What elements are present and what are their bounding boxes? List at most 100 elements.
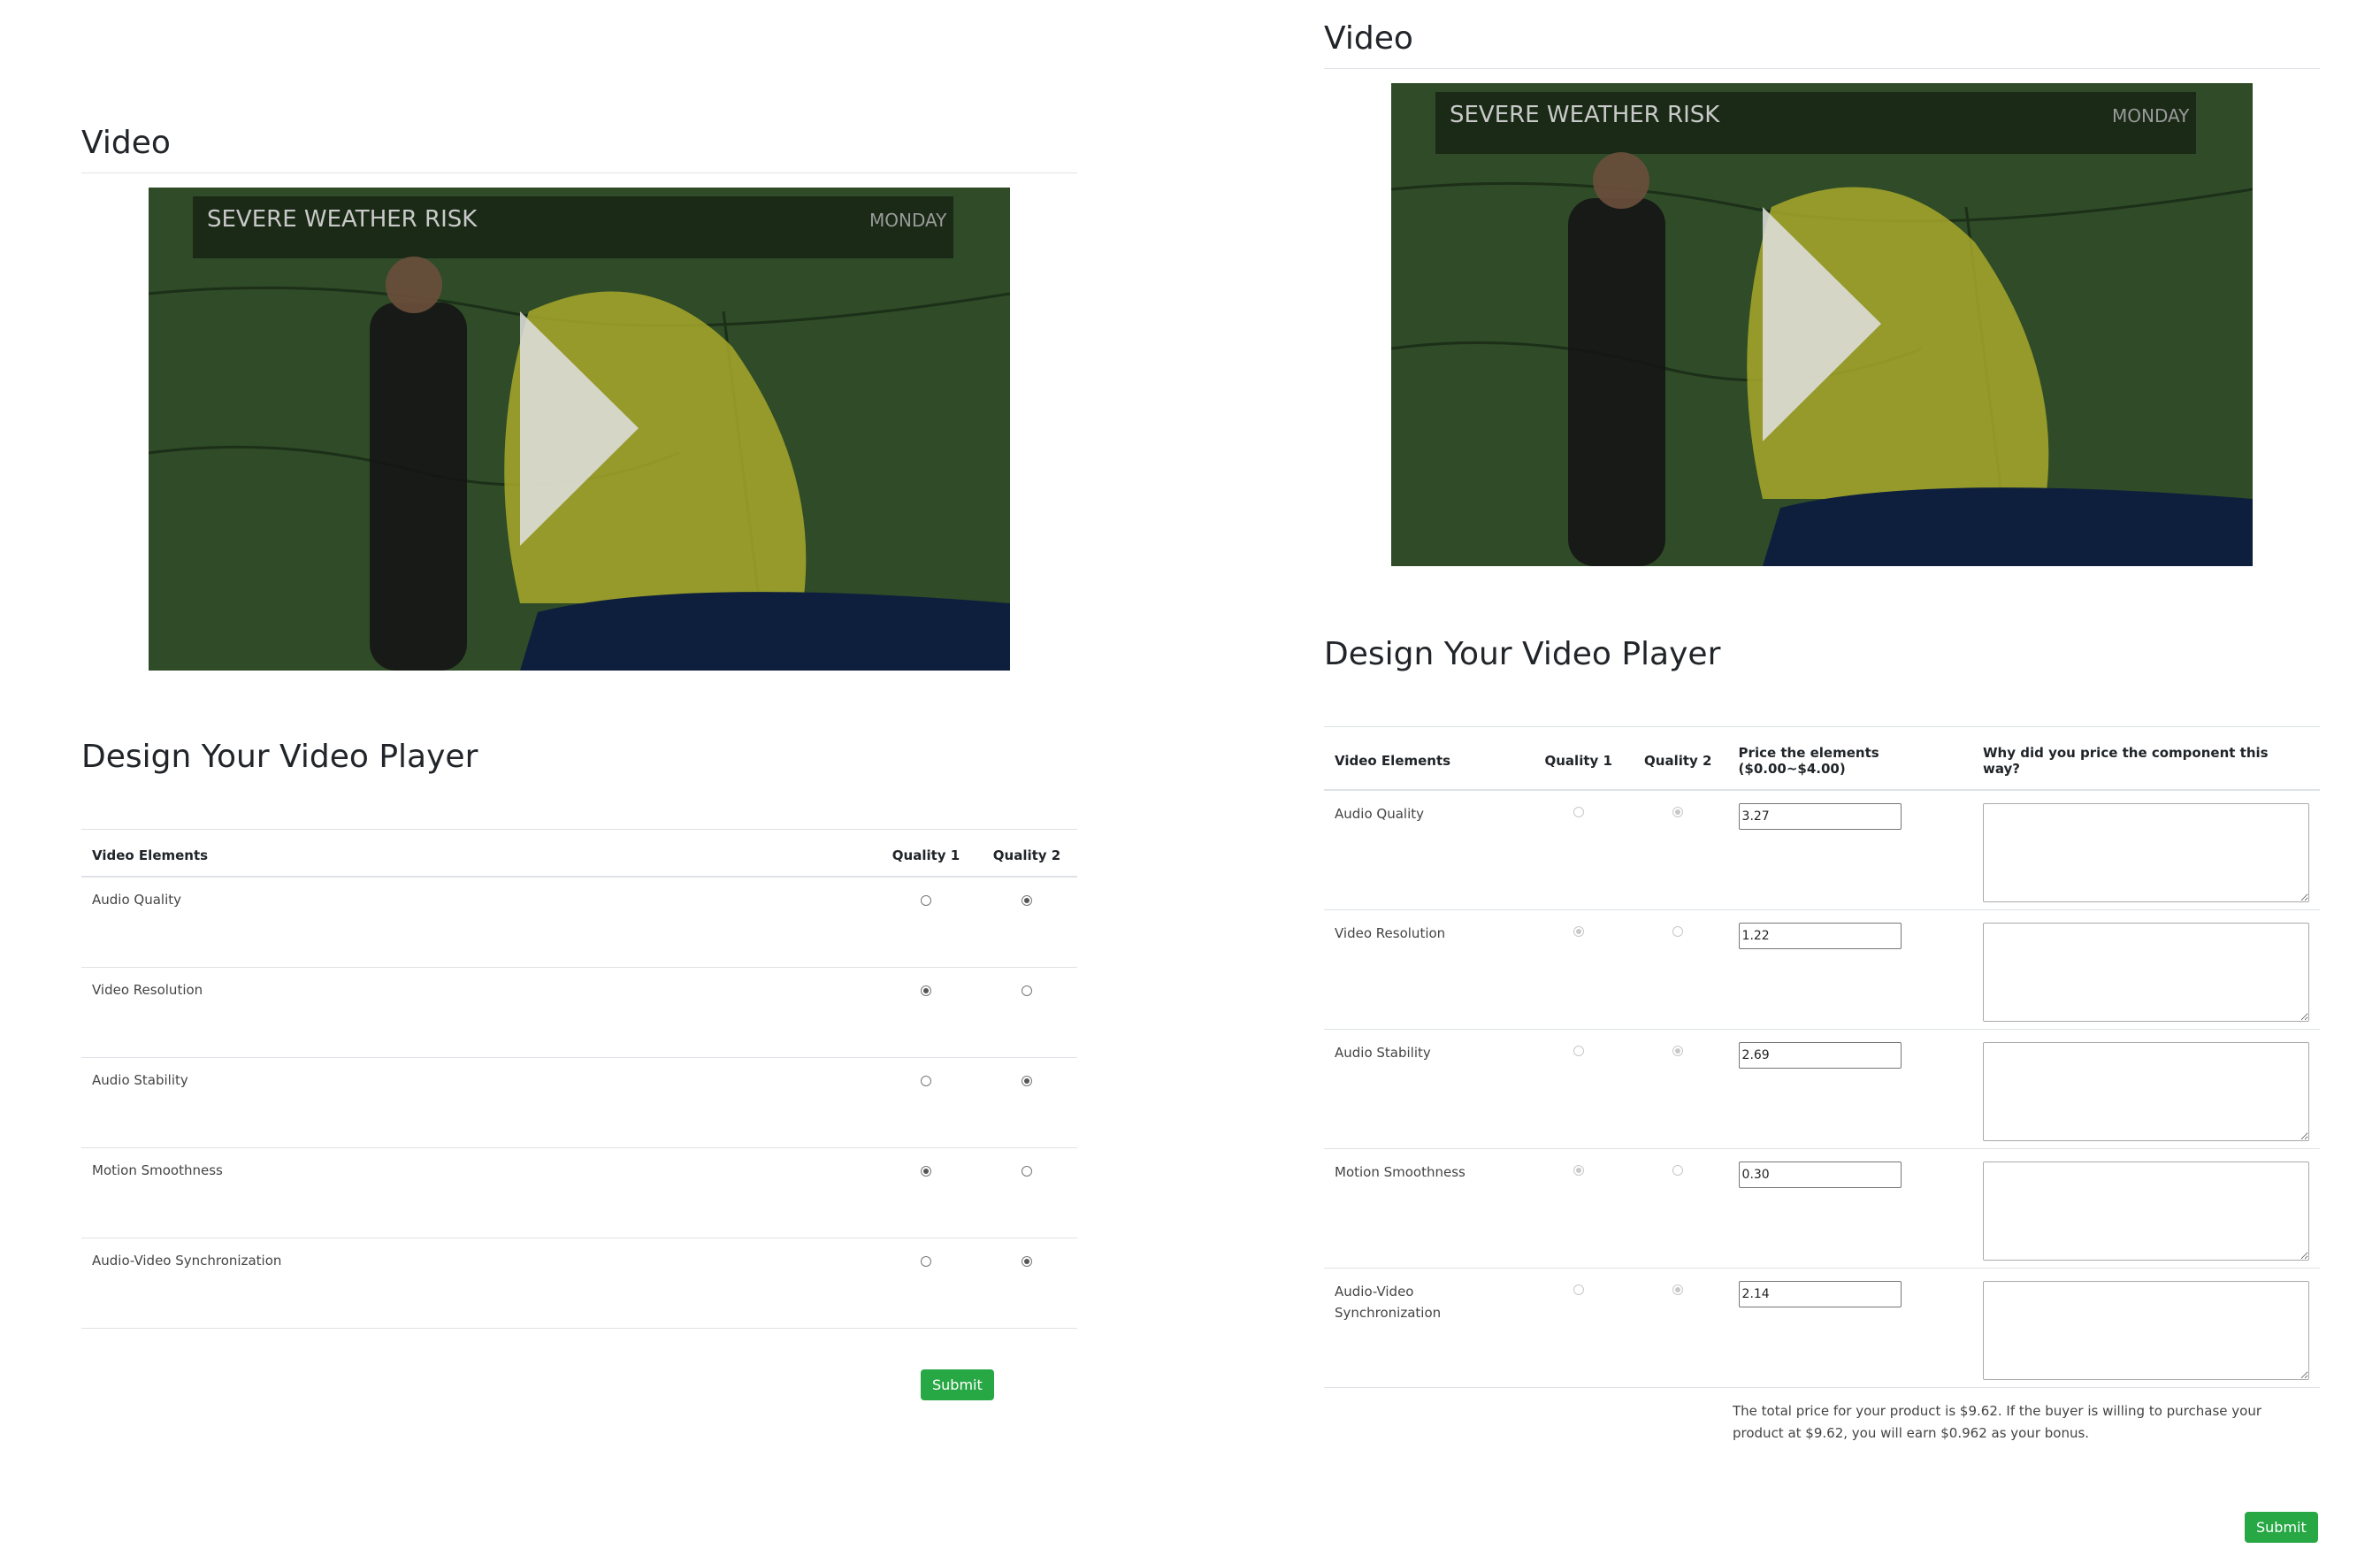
element-label: Audio Quality <box>1324 790 1529 911</box>
price-input[interactable] <box>1738 1162 1902 1189</box>
table-row: Audio-Video Synchronization <box>1324 1268 2320 1389</box>
left-panel: Video SEVERE WEATHER RISK MONDAY Design … <box>81 124 1077 1330</box>
why-cell <box>1972 1029 2320 1150</box>
table-row: Video Resolution <box>81 967 1077 1059</box>
quality-1-cell <box>1528 909 1628 1031</box>
price-input[interactable] <box>1738 803 1902 831</box>
quality-2-radio[interactable] <box>1022 1166 1032 1177</box>
quality-2-cell <box>976 877 1077 969</box>
video-thumbnail: SEVERE WEATHER RISK MONDAY <box>149 188 1010 671</box>
table-row: Audio-Video Synchronization <box>81 1238 1077 1330</box>
element-label: Video Resolution <box>1324 909 1529 1031</box>
table-row: Audio Stability <box>1324 1029 2320 1150</box>
price-cell <box>1727 1148 1972 1269</box>
header-quality-2: Quality 2 <box>976 829 1077 878</box>
header-video-elements: Video Elements <box>1324 726 1529 792</box>
price-input[interactable] <box>1738 1281 1902 1308</box>
overlay-title: SEVERE WEATHER RISK <box>1450 102 1720 128</box>
video-player[interactable]: SEVERE WEATHER RISK MONDAY <box>1391 83 2253 567</box>
quality-2-radio[interactable] <box>1022 985 1032 997</box>
why-textarea[interactable] <box>1983 1281 2309 1381</box>
quality-2-radio[interactable] <box>1022 895 1032 907</box>
table-row: Motion Smoothness <box>81 1147 1077 1239</box>
quality-1-radio[interactable] <box>1573 926 1584 938</box>
total-price-note: The total price for your product is $9.6… <box>1733 1403 2262 1442</box>
element-label: Audio-Video Synchronization <box>1324 1268 1529 1389</box>
quality-1-radio[interactable] <box>1573 1046 1584 1057</box>
overlay-day: MONDAY <box>2112 105 2190 126</box>
table-row: Audio Quality <box>1324 790 2320 911</box>
header-why: Why did you price the component this way… <box>1972 726 2320 792</box>
quality-2-radio[interactable] <box>1022 1076 1032 1087</box>
why-textarea[interactable] <box>1983 1162 2309 1261</box>
quality-1-cell <box>876 1238 976 1330</box>
why-cell <box>1972 1148 2320 1269</box>
quality-2-cell <box>1628 790 1728 911</box>
quality-2-radio[interactable] <box>1022 1256 1032 1268</box>
why-textarea[interactable] <box>1983 803 2309 903</box>
video-section-title: Video <box>81 124 1077 174</box>
price-cell <box>1727 909 1972 1031</box>
element-label: Audio-Video Synchronization <box>81 1238 876 1330</box>
quality-1-radio[interactable] <box>1573 1165 1584 1177</box>
overlay-title: SEVERE WEATHER RISK <box>207 206 478 233</box>
quality-2-cell <box>1628 909 1728 1031</box>
video-section-title: Video <box>1324 19 2320 70</box>
header-quality-1: Quality 1 <box>876 829 976 878</box>
quality-1-radio[interactable] <box>921 985 931 997</box>
design-title: Design Your Video Player <box>1324 636 1721 673</box>
why-cell <box>1972 790 2320 911</box>
quality-1-radio[interactable] <box>921 1076 931 1087</box>
quality-1-radio[interactable] <box>921 895 931 907</box>
quality-2-radio[interactable] <box>1672 1165 1684 1177</box>
quality-1-radio[interactable] <box>921 1256 931 1268</box>
quality-2-cell <box>976 1147 1077 1239</box>
quality-2-cell <box>976 967 1077 1059</box>
table-row: Audio Stability <box>81 1057 1077 1149</box>
price-cell <box>1727 1268 1972 1389</box>
header-quality-1: Quality 1 <box>1528 726 1628 792</box>
price-input[interactable] <box>1738 923 1902 950</box>
table-row: Video Resolution <box>1324 909 2320 1031</box>
quality-1-radio[interactable] <box>1573 1284 1584 1296</box>
quality-1-cell <box>876 967 976 1059</box>
quality-2-cell <box>1628 1268 1728 1389</box>
element-label: Motion Smoothness <box>1324 1148 1529 1269</box>
quality-1-cell <box>1528 1268 1628 1389</box>
quality-1-cell <box>1528 1148 1628 1269</box>
why-cell <box>1972 909 2320 1031</box>
quality-1-cell <box>1528 790 1628 911</box>
quality-2-radio[interactable] <box>1672 926 1684 938</box>
header-video-elements: Video Elements <box>81 829 876 878</box>
quality-2-radio[interactable] <box>1672 807 1684 818</box>
element-label: Audio Stability <box>81 1057 876 1149</box>
submit-button[interactable]: Submit <box>921 1369 994 1400</box>
why-cell <box>1972 1268 2320 1389</box>
quality-1-radio[interactable] <box>1573 807 1584 818</box>
quality-1-radio[interactable] <box>921 1166 931 1177</box>
elements-table: Video Elements Quality 1 Quality 2 Audio… <box>81 829 1077 1330</box>
quality-1-cell <box>1528 1029 1628 1150</box>
price-cell <box>1727 790 1972 911</box>
elements-table: Video Elements Quality 1 Quality 2 Price… <box>1324 726 2320 1389</box>
right-panel: Video SEVERE WEATHER RISK MONDAY Design … <box>1324 19 2320 1445</box>
quality-2-cell <box>1628 1029 1728 1150</box>
header-price: Price the elements ($0.00~$4.00) <box>1727 726 1972 792</box>
quality-2-cell <box>976 1057 1077 1149</box>
element-label: Motion Smoothness <box>81 1147 876 1239</box>
table-row: Audio Quality <box>81 877 1077 969</box>
price-cell <box>1727 1029 1972 1150</box>
quality-2-radio[interactable] <box>1672 1046 1684 1057</box>
overlay-day: MONDAY <box>869 210 947 231</box>
quality-2-radio[interactable] <box>1672 1284 1684 1296</box>
quality-1-cell <box>876 1057 976 1149</box>
why-textarea[interactable] <box>1983 923 2309 1023</box>
quality-1-cell <box>876 1147 976 1239</box>
submit-button[interactable]: Submit <box>2245 1512 2318 1543</box>
price-input[interactable] <box>1738 1042 1902 1070</box>
quality-2-cell <box>1628 1148 1728 1269</box>
header-quality-2: Quality 2 <box>1628 726 1728 792</box>
table-row: Motion Smoothness <box>1324 1148 2320 1269</box>
why-textarea[interactable] <box>1983 1042 2309 1142</box>
video-player[interactable]: SEVERE WEATHER RISK MONDAY <box>149 188 1010 671</box>
